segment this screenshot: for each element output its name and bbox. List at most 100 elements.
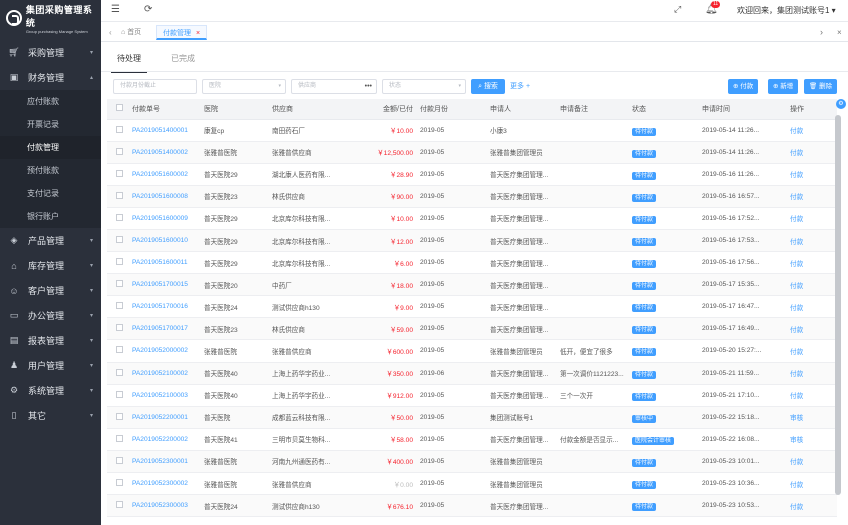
action-link[interactable]: 付款 [790, 261, 803, 268]
table-row[interactable]: PA2019051600011 普天医院29 北京库尔科技有限... ￥6.00 201… [107, 251, 837, 275]
order-number-link[interactable]: PA2019051600009 [132, 215, 188, 222]
tab-pending[interactable]: 待处理 [111, 51, 147, 73]
table-row[interactable]: PA2019052100003 普天医院40 上海上药华宇药业... ￥912.00 2… [107, 384, 837, 407]
action-link[interactable]: 付款 [790, 283, 803, 290]
action-link[interactable]: 付款 [790, 216, 803, 223]
table-row[interactable]: PA2019051600008 普天医院23 林氏供应商 ￥90.00 2019-05 普… [107, 185, 837, 208]
fullscreen-icon[interactable]: ⤢ [674, 4, 681, 15]
action-link[interactable]: 付款 [790, 504, 803, 511]
action-link[interactable]: 付款 [790, 371, 803, 378]
table-row[interactable]: PA2019052200002 普天医院41 三明市贝莫生物科... ￥58.00 20… [107, 428, 837, 451]
scrollbar[interactable] [835, 115, 841, 495]
row-checkbox[interactable] [116, 236, 123, 244]
row-checkbox[interactable] [116, 412, 123, 420]
table-row[interactable]: PA2019051400001 康复cp 南田药石厂 ￥10.00 2019-05 小康3… [107, 119, 837, 142]
action-link[interactable]: 付款 [790, 194, 803, 201]
action-link[interactable]: 付款 [790, 349, 803, 356]
month-filter-input[interactable]: 付款月份截止 [113, 79, 197, 94]
table-row[interactable]: PA2019052000002 张雅普医院 张雅普供应商 ￥600.00 2019-05… [107, 339, 837, 363]
table-row[interactable]: PA2019052200001 普天医院 成都蓝云科技有限... ￥50.00 2019… [107, 406, 837, 429]
action-link[interactable]: 审核 [790, 437, 803, 444]
row-checkbox[interactable] [116, 302, 123, 310]
sidebar-menu-group[interactable]: ⌂ 库存管理 ▾ [0, 253, 101, 278]
row-checkbox[interactable] [116, 125, 123, 133]
menu-toggle-icon[interactable]: ☰ [111, 4, 120, 15]
action-link[interactable]: 付款 [790, 172, 803, 179]
order-number-link[interactable]: PA2019052200001 [132, 414, 188, 421]
tab-close-all-icon[interactable]: × [831, 25, 848, 40]
sidebar-menu-group[interactable]: ☺ 客户管理 ▾ [0, 278, 101, 303]
more-filters-link[interactable]: 更多 + [510, 81, 530, 91]
order-number-link[interactable]: PA2019051600002 [132, 171, 188, 178]
row-checkbox[interactable] [116, 147, 123, 155]
add-button[interactable]: ⊕ 新增 [768, 79, 799, 94]
row-checkbox[interactable] [116, 280, 123, 288]
sidebar-subitem[interactable]: 开票记录 [0, 113, 101, 136]
order-number-link[interactable]: PA2019052300003 [132, 502, 188, 509]
close-icon[interactable]: × [196, 30, 200, 37]
action-link[interactable]: 付款 [790, 239, 803, 246]
action-link[interactable]: 付款 [790, 305, 803, 312]
table-row[interactable]: PA2019051600009 普天医院29 北京库尔科技有限... ￥10.00 20… [107, 207, 837, 230]
order-number-link[interactable]: PA2019052100003 [132, 392, 188, 399]
order-number-link[interactable]: PA2019051700017 [132, 325, 188, 332]
order-number-link[interactable]: PA2019052000002 [132, 347, 188, 354]
refresh-icon[interactable]: ⟳ [144, 4, 152, 15]
sidebar-menu-group[interactable]: ▭ 办公管理 ▾ [0, 303, 101, 328]
table-row[interactable]: PA2019052300003 普天医院24 测试供应商h130 ￥676.10 201… [107, 494, 837, 518]
order-number-link[interactable]: PA2019051600010 [132, 237, 188, 244]
table-row[interactable]: PA2019051700015 普天医院20 中药厂 ￥18.00 2019-05 普天医… [107, 273, 837, 297]
tab-done[interactable]: 已完成 [165, 51, 201, 73]
sidebar-menu-group[interactable]: ▣ 财务管理 ▴ [0, 65, 101, 90]
sidebar-menu-group[interactable]: ▤ 报表管理 ▾ [0, 328, 101, 353]
row-checkbox[interactable] [116, 213, 123, 221]
table-row[interactable]: PA2019051600010 普天医院29 北京库尔科技有限... ￥12.00 20… [107, 229, 837, 253]
sidebar-menu-group[interactable]: ◈ 产品管理 ▾ [0, 228, 101, 253]
action-link[interactable]: 付款 [790, 393, 803, 400]
sidebar-menu-group[interactable]: ▯ 其它 ▾ [0, 403, 101, 428]
row-checkbox[interactable] [116, 258, 123, 266]
row-checkbox[interactable] [116, 346, 123, 354]
select-all-checkbox[interactable] [116, 104, 123, 112]
action-link[interactable]: 付款 [790, 459, 803, 466]
action-link[interactable]: 付款 [790, 482, 803, 489]
order-number-link[interactable]: PA2019051600011 [132, 259, 188, 266]
action-link[interactable]: 付款 [790, 327, 803, 334]
order-number-link[interactable]: PA2019052200002 [132, 436, 188, 443]
more-dots-icon[interactable]: ••• [365, 80, 372, 93]
sidebar-subitem[interactable]: 应付账款 [0, 90, 101, 113]
sidebar-subitem[interactable]: 支付记录 [0, 182, 101, 205]
table-row[interactable]: PA2019052300002 张雅普医院 张雅普供应商 ￥0.00 2019-05 张雅… [107, 472, 837, 496]
table-row[interactable]: PA2019052100002 普天医院40 上海上药华宇药业... ￥350.00 2… [107, 362, 837, 385]
order-number-link[interactable]: PA2019051600008 [132, 193, 188, 200]
tab-home[interactable]: ⌂ 首页 [115, 25, 147, 40]
tab-payment[interactable]: 付款管理 × [156, 25, 208, 40]
supplier-select[interactable]: 供应商 ••• [291, 79, 377, 94]
order-number-link[interactable]: PA2019051700015 [132, 281, 188, 288]
order-number-link[interactable]: PA2019052300002 [132, 480, 188, 487]
order-number-link[interactable]: PA2019052300001 [132, 458, 188, 465]
sidebar-menu-group[interactable]: 🛒︎ 采购管理 ▾ [0, 40, 101, 65]
row-checkbox[interactable] [116, 191, 123, 199]
row-checkbox[interactable] [116, 456, 123, 464]
table-row[interactable]: PA2019051600002 普天医院29 湖北康人医药有限... ￥28.90 20… [107, 163, 837, 186]
table-row[interactable]: PA2019051400002 张雅普医院 张雅普供应商 ￥12,500.00 2019… [107, 141, 837, 164]
row-checkbox[interactable] [116, 479, 123, 487]
status-select[interactable]: 状态 ▾ [382, 79, 466, 94]
sidebar-subitem[interactable]: 预付账款 [0, 159, 101, 182]
sidebar-menu-group[interactable]: ⚙ 系统管理 ▾ [0, 378, 101, 403]
pay-button[interactable]: ⊕ 付款 [728, 79, 759, 94]
row-checkbox[interactable] [116, 324, 123, 332]
table-row[interactable]: PA2019051700017 普天医院23 林氏供应商 ￥59.00 2019-05 普… [107, 317, 837, 341]
settings-float-icon[interactable]: ⚙ [836, 99, 846, 109]
order-number-link[interactable]: PA2019051400002 [132, 149, 188, 156]
welcome-user[interactable]: 欢迎回来，集团测试账号1 ▾ [737, 5, 836, 16]
row-checkbox[interactable] [116, 368, 123, 376]
table-row[interactable]: PA2019051700016 普天医院24 测试供应商h130 ￥9.00 2019-… [107, 295, 837, 319]
action-link[interactable]: 审核 [790, 415, 803, 422]
row-checkbox[interactable] [116, 434, 123, 442]
hospital-select[interactable]: 医院 ▾ [202, 79, 286, 94]
order-number-link[interactable]: PA2019051400001 [132, 127, 188, 134]
row-checkbox[interactable] [116, 390, 123, 398]
order-number-link[interactable]: PA2019051700016 [132, 303, 188, 310]
